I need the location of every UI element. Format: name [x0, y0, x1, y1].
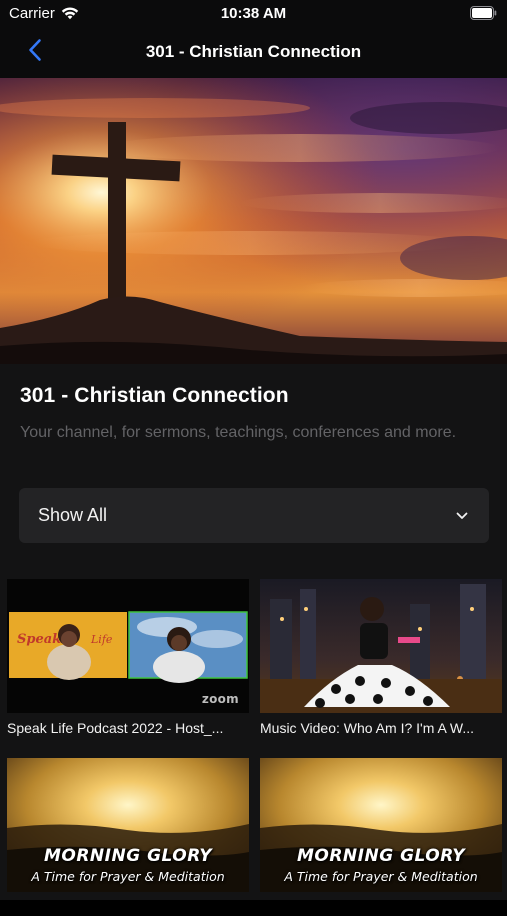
video-thumbnail: MORNING GLORY A Time for Prayer & Medita… — [7, 758, 249, 892]
thumbnail-title-text: MORNING GLORY — [296, 846, 466, 866]
filter-dropdown[interactable]: Show All — [19, 488, 489, 543]
video-title: Speak Life Podcast 2022 - Host_... — [7, 720, 224, 736]
video-title — [260, 898, 500, 916]
svg-text:Life: Life — [90, 633, 113, 646]
video-thumbnail: Speak Life zoom — [7, 579, 249, 713]
clock: 10:38 AM — [220, 5, 287, 22]
thumbnail-title-text: MORNING GLORY — [43, 846, 213, 866]
video-card[interactable]: Speak Life zoom Speak Life Podcast 2022 — [7, 579, 249, 737]
chevron-down-icon — [456, 512, 468, 519]
filter-selected-value: Show All — [38, 505, 108, 525]
channel-title: 301 - Christian Connection — [20, 384, 289, 407]
thumbnail-subtitle-text: A Time for Prayer & Meditation — [284, 869, 478, 884]
thumbnail-subtitle-text: A Time for Prayer & Meditation — [31, 869, 225, 884]
status-bar: Carrier 10:38 AM — [0, 0, 507, 28]
battery-icon — [470, 6, 497, 20]
video-card[interactable]: MORNING GLORY A Time for Prayer & Medita… — [7, 758, 249, 916]
video-thumbnail — [260, 579, 502, 713]
page-title: 301 - Christian Connection — [145, 42, 362, 61]
video-card[interactable]: MORNING GLORY A Time for Prayer & Medita… — [260, 758, 502, 916]
video-title: Music Video: Who Am I? I'm A W... — [260, 720, 475, 736]
channel-description: Your channel, for sermons, teachings, co… — [20, 424, 457, 441]
video-title — [7, 898, 247, 916]
channel-banner-image — [0, 78, 507, 364]
channel-content: 301 - Christian Connection Your channel,… — [0, 364, 507, 900]
thumbnail-overlay-text: zoom — [201, 692, 239, 706]
svg-text:Speak: Speak — [17, 632, 61, 647]
video-card[interactable]: Music Video: Who Am I? I'm A W... — [260, 579, 502, 737]
video-thumbnail: MORNING GLORY A Time for Prayer & Medita… — [260, 758, 502, 892]
navigation-bar: 301 - Christian Connection — [0, 28, 507, 78]
